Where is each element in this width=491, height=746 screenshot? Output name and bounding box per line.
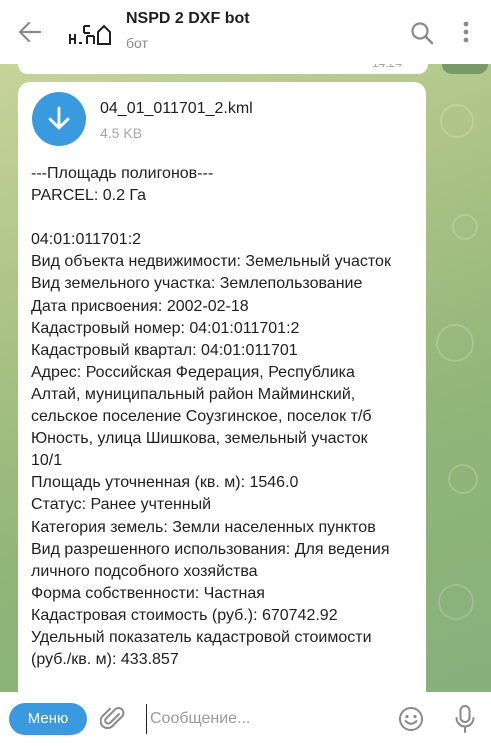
search-icon[interactable] bbox=[409, 20, 435, 46]
bot-avatar[interactable] bbox=[66, 12, 114, 52]
chat-subtitle: бот bbox=[126, 35, 148, 51]
message-line: Вид разрешенного использования: Для веде… bbox=[31, 540, 390, 558]
message-text: ---Площадь полигонов--- PARCEL: 0.2 Га 0… bbox=[31, 163, 421, 671]
background-doodle bbox=[440, 104, 474, 138]
background-doodle bbox=[452, 214, 478, 240]
message-line: Удельный показатель кадастровой стоимост… bbox=[31, 628, 372, 646]
message-line: (руб./кв. м): 433.857 bbox=[31, 651, 179, 669]
message-line: Кадастровый номер: 04:01:011701:2 bbox=[31, 319, 300, 337]
microphone-icon[interactable] bbox=[453, 704, 477, 734]
message-bubble[interactable]: 04_01_011701_2.kml 4.5 KB ---Площадь пол… bbox=[18, 82, 426, 722]
message-line: ---Площадь полигонов--- bbox=[31, 165, 214, 182]
message-line: 04:01:011701:2 bbox=[31, 231, 142, 249]
paperclip-icon[interactable] bbox=[100, 705, 126, 733]
message-line: Категория земель: Земли населенных пункт… bbox=[31, 518, 376, 536]
message-line bbox=[31, 207, 421, 229]
file-name[interactable]: 04_01_011701_2.kml bbox=[100, 100, 253, 118]
previous-message-bubble[interactable] bbox=[18, 64, 428, 74]
arrow-left-icon[interactable] bbox=[16, 18, 44, 46]
background-decoration bbox=[442, 64, 488, 74]
message-line: Кадастровый квартал: 04:01:011701 bbox=[31, 341, 298, 359]
message-line: Статус: Ранее учтенный bbox=[31, 496, 212, 514]
message-input[interactable] bbox=[146, 704, 376, 734]
message-line: Алтай, муниципальный район Майминский, bbox=[31, 385, 356, 403]
file-download-button[interactable] bbox=[32, 92, 86, 146]
background-doodle bbox=[438, 584, 474, 620]
smiley-icon[interactable] bbox=[397, 705, 425, 733]
message-line: PARCEL: 0.2 Га bbox=[31, 187, 147, 205]
message-line: Адрес: Российская Федерация, Республика bbox=[31, 363, 355, 381]
more-vertical-icon[interactable] bbox=[454, 18, 478, 46]
message-line: 10/1 bbox=[31, 452, 63, 470]
message-line: личного подсобного хозяйства bbox=[31, 562, 258, 580]
composer-bar: Меню bbox=[0, 692, 491, 746]
message-line: Форма собственности: Частная bbox=[31, 584, 265, 602]
message-line: Юность, улица Шишкова, земельный участок bbox=[31, 430, 368, 448]
message-line: Кадастровая стоимость (руб.): 670742.92 bbox=[31, 606, 338, 624]
file-size: 4.5 KB bbox=[100, 125, 143, 141]
bot-menu-button[interactable]: Меню bbox=[9, 703, 87, 735]
message-line: Вид земельного участка: Землепользование bbox=[31, 275, 363, 293]
background-doodle bbox=[448, 464, 478, 494]
message-line: Площадь уточненная (кв. м): 1546.0 bbox=[31, 474, 299, 492]
message-line: сельское поселение Соузгинское, поселок … bbox=[31, 408, 372, 426]
background-doodle bbox=[436, 324, 474, 362]
chat-header: NSPD 2 DXF bot бот bbox=[0, 0, 491, 64]
message-line: Вид объекта недвижимости: Земельный учас… bbox=[31, 253, 391, 271]
chat-title[interactable]: NSPD 2 DXF bot bbox=[126, 10, 250, 28]
message-line: Дата присвоения: 2002-02-18 bbox=[31, 297, 249, 315]
download-arrow-icon bbox=[48, 106, 70, 130]
